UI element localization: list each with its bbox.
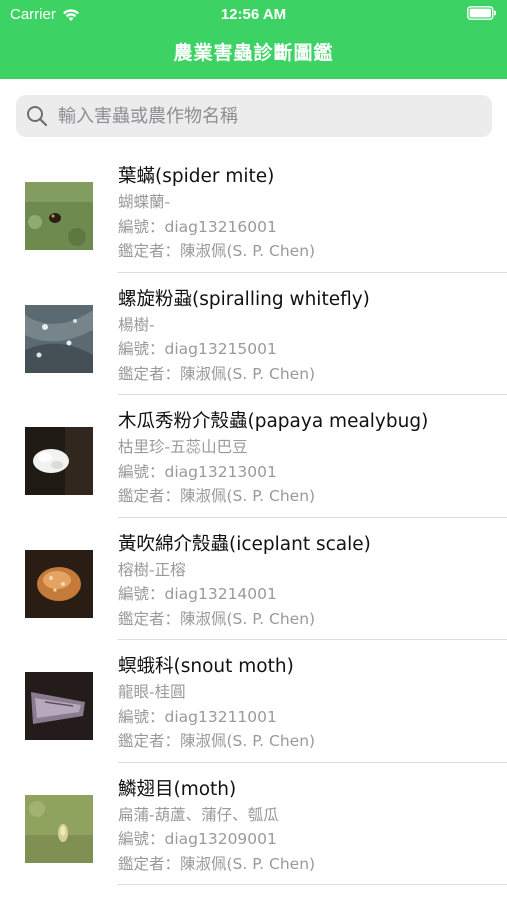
pest-thumbnail-spider-mite [25,182,93,250]
list-item[interactable]: 螺旋粉蝨(spiralling whitefly) 楊樹- 編號：diag132… [0,273,507,395]
search-bar[interactable] [16,95,492,137]
pest-thumbnail-moth [25,794,93,863]
status-time: 12:56 AM [220,6,287,23]
list-item[interactable]: 黃吹綿介殼蟲(iceplant scale) 榕樹-正榕 編號：diag1321… [0,518,507,640]
search-input[interactable] [56,104,492,128]
examiner: 鑑定者：陳淑佩(S. P. Chen) [118,609,316,628]
diagnosis-code: 編號：diag13216001 [118,217,277,236]
examiner: 鑑定者：陳淑佩(S. P. Chen) [118,732,316,750]
pest-name: 鱗翅目(moth) [118,778,237,800]
diagnosis-code: 編號：diag13211001 [118,707,277,726]
examiner: 鑑定者：陳淑佩(S. P. Chen) [118,487,316,505]
page-title: 農業害蟲診斷圖鑑 [173,42,334,64]
row-divider [118,884,507,885]
pest-thumbnail-snout-moth [25,672,93,740]
examiner: 鑑定者：陳淑佩(S. P. Chen) [118,242,316,260]
examiner: 鑑定者：陳淑佩(S. P. Chen) [118,364,316,383]
host-plant: 枯里珍-五蕊山巴豆 [118,438,248,456]
diagnosis-code: 編號：diag13209001 [118,830,277,848]
pest-thumbnail-mealybug [25,427,93,495]
examiner: 鑑定者：陳淑佩(S. P. Chen) [118,854,316,873]
list-item[interactable]: 木瓜秀粉介殼蟲(papaya mealybug) 枯里珍-五蕊山巴豆 編號：di… [0,395,507,518]
host-plant: 楊樹- [118,315,155,334]
pest-thumbnail-whitefly [25,304,93,373]
host-plant: 蝴蝶蘭- [118,193,171,211]
diagnosis-code: 編號：diag13213001 [118,462,277,481]
list-item[interactable]: 鱗翅目(moth) 扁蒲-葫蘆、蒲仔、瓠瓜 編號：diag13209001 鑑定… [0,763,507,885]
host-plant: 龍眼-桂圓 [118,683,186,701]
diagnosis-code: 編號：diag13215001 [118,340,277,358]
diagnosis-code: 編號：diag13214001 [118,585,277,603]
pest-name: 葉蟎(spider mite) [118,166,275,187]
list-item[interactable]: 螟蛾科(snout moth) 龍眼-桂圓 編號：diag13211001 鑑定… [0,640,507,763]
pest-name: 木瓜秀粉介殼蟲(papaya mealybug) [118,411,429,432]
host-plant: 扁蒲-葫蘆、蒲仔、瓠瓜 [118,805,279,824]
pest-list: 葉蟎(spider mite) 蝴蝶蘭- 編號：diag13216001 鑑定者… [0,150,507,885]
host-plant: 榕樹-正榕 [118,560,186,579]
pest-name: 黃吹綿介殼蟲(iceplant scale) [118,533,371,555]
search-icon [27,106,48,127]
battery-icon [467,6,496,20]
pest-name: 螺旋粉蝨(spiralling whitefly) [118,288,370,310]
list-item[interactable]: 葉蟎(spider mite) 蝴蝶蘭- 編號：diag13216001 鑑定者… [0,150,507,273]
pest-name: 螟蛾科(snout moth) [118,656,294,677]
status-bar: Carrier 12:56 AM [0,0,507,28]
pest-thumbnail-scale [25,549,93,618]
navigation-bar: Carrier 12:56 AM 農業害蟲診斷圖鑑 [0,0,507,79]
